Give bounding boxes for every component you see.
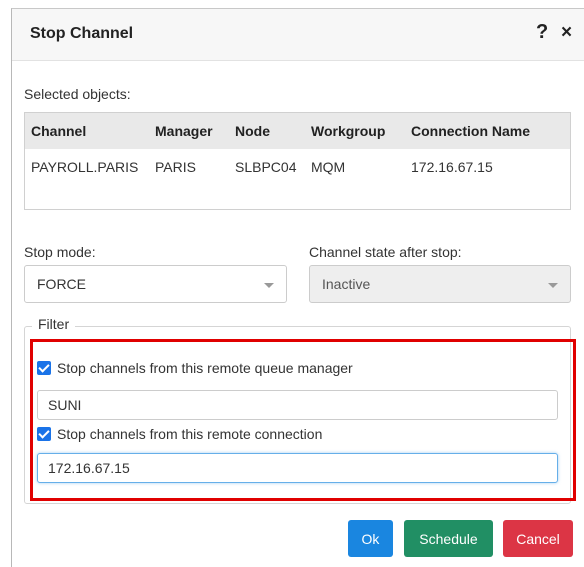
- help-icon[interactable]: ?: [536, 21, 548, 44]
- channel-state-label: Channel state after stop:: [309, 244, 462, 260]
- column-header-node[interactable]: Node: [235, 123, 270, 139]
- dialog-title: Stop Channel: [30, 25, 134, 42]
- highlight-box: [30, 339, 576, 501]
- selected-objects-table: Channel Manager Node Workgroup Connectio…: [24, 112, 571, 210]
- cell-connection-name: 172.16.67.15: [411, 159, 493, 175]
- stop-mode-label: Stop mode:: [24, 244, 96, 260]
- cell-node: SLBPC04: [235, 159, 297, 175]
- chevron-down-icon: [548, 283, 558, 288]
- chevron-down-icon: [264, 283, 274, 288]
- table-header: Channel Manager Node Workgroup Connectio…: [25, 113, 570, 149]
- stop-mode-select[interactable]: FORCE: [24, 265, 287, 303]
- channel-state-select: Inactive: [309, 265, 571, 303]
- table-row[interactable]: PAYROLL.PARIS PARIS SLBPC04 MQM 172.16.6…: [25, 149, 570, 185]
- column-header-workgroup[interactable]: Workgroup: [311, 123, 385, 139]
- stop-mode-value: FORCE: [37, 276, 86, 292]
- filter-legend: Filter: [32, 316, 76, 332]
- dialog-titlebar: Stop Channel ? ×: [12, 9, 584, 61]
- column-header-connection-name[interactable]: Connection Name: [411, 123, 530, 139]
- cell-manager: PARIS: [155, 159, 196, 175]
- column-header-manager[interactable]: Manager: [155, 123, 213, 139]
- column-header-channel[interactable]: Channel: [31, 123, 86, 139]
- cell-workgroup: MQM: [311, 159, 346, 175]
- close-icon[interactable]: ×: [561, 22, 572, 44]
- cell-channel: PAYROLL.PARIS: [31, 159, 139, 175]
- ok-button[interactable]: Ok: [348, 520, 393, 557]
- channel-state-value: Inactive: [322, 276, 371, 292]
- selected-objects-label: Selected objects:: [24, 86, 131, 102]
- schedule-button[interactable]: Schedule: [404, 520, 493, 557]
- cancel-button[interactable]: Cancel: [503, 520, 573, 557]
